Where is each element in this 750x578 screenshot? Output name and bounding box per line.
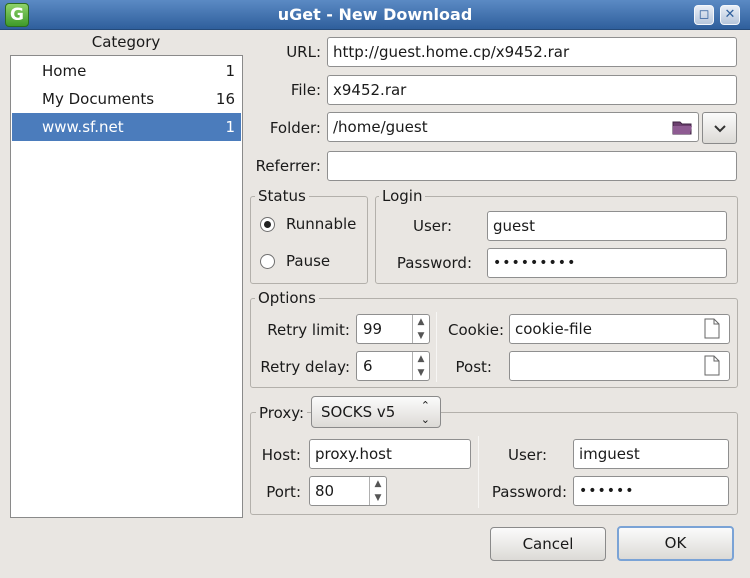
post-field[interactable] xyxy=(509,351,730,381)
retry-limit-value: 99 xyxy=(363,320,383,338)
retry-limit-input[interactable]: 99 ▲ ▼ xyxy=(356,314,430,344)
proxy-type-value: SOCKS v5 xyxy=(321,403,396,421)
category-item-count: 16 xyxy=(215,90,235,108)
ok-button[interactable]: OK xyxy=(617,526,734,561)
proxy-port-label: Port: xyxy=(266,483,301,501)
category-item-label: www.sf.net xyxy=(42,118,124,136)
chevron-down-icon xyxy=(713,125,726,133)
updown-icon: ⌃ ⌄ xyxy=(420,399,430,426)
close-icon: ✕ xyxy=(724,7,736,22)
options-separator xyxy=(436,312,437,382)
status-title: Status xyxy=(255,186,309,206)
url-label: URL: xyxy=(286,43,321,61)
maximize-icon: ◻ xyxy=(698,7,710,22)
category-title: Category xyxy=(91,33,161,51)
cookie-field[interactable]: cookie-file xyxy=(509,314,730,344)
folder-field[interactable]: /home/guest xyxy=(327,112,699,142)
window-title: uGet - New Download xyxy=(277,5,473,24)
retry-delay-value: 6 xyxy=(363,357,373,375)
category-item-my-documents[interactable]: My Documents 16 xyxy=(12,85,241,113)
category-item-count: 1 xyxy=(225,62,235,80)
login-password-field[interactable]: ••••••••• xyxy=(487,248,727,278)
retry-delay-spinner[interactable]: ▲ ▼ xyxy=(412,352,429,380)
runnable-label[interactable]: Runnable xyxy=(286,212,356,236)
retry-limit-label: Retry limit: xyxy=(267,321,350,339)
spin-up-icon[interactable]: ▲ xyxy=(413,352,429,366)
category-item-label: Home xyxy=(42,62,87,80)
file-field[interactable]: x9452.rar xyxy=(327,75,737,105)
login-title: Login xyxy=(379,186,426,206)
options-title: Options xyxy=(255,288,319,308)
category-item-home[interactable]: Home 1 xyxy=(12,57,241,85)
post-file-icon[interactable] xyxy=(704,355,720,376)
post-label: Post: xyxy=(455,358,492,376)
proxy-user-label: User: xyxy=(508,446,547,464)
maximize-button[interactable]: ◻ xyxy=(694,5,714,25)
retry-delay-label: Retry delay: xyxy=(260,358,350,376)
spin-up-icon[interactable]: ▲ xyxy=(370,477,386,491)
proxy-port-spinner[interactable]: ▲ ▼ xyxy=(369,477,386,505)
category-item-label: My Documents xyxy=(42,90,155,108)
cancel-button[interactable]: Cancel xyxy=(490,527,606,561)
pause-radio[interactable] xyxy=(260,254,275,269)
proxy-type-select[interactable]: SOCKS v5 ⌃ ⌄ xyxy=(311,396,441,428)
referrer-label: Referrer: xyxy=(255,157,321,175)
runnable-radio[interactable] xyxy=(260,217,275,232)
proxy-host-field[interactable]: proxy.host xyxy=(309,439,471,469)
proxy-user-field[interactable]: imguest xyxy=(573,439,729,469)
retry-limit-spinner[interactable]: ▲ ▼ xyxy=(412,315,429,343)
category-item-count: 1 xyxy=(225,118,235,136)
close-button[interactable]: ✕ xyxy=(720,5,740,25)
pause-label[interactable]: Pause xyxy=(286,249,330,273)
cookie-file-icon[interactable] xyxy=(704,318,720,339)
spin-up-icon[interactable]: ▲ xyxy=(413,315,429,329)
spin-down-icon[interactable]: ▼ xyxy=(413,329,429,343)
file-label: File: xyxy=(290,81,321,99)
proxy-password-label: Password: xyxy=(491,483,567,501)
login-password-label: Password: xyxy=(396,254,472,272)
category-list[interactable]: Home 1 My Documents 16 www.sf.net 1 xyxy=(10,55,243,518)
category-item-www-sf-net[interactable]: www.sf.net 1 xyxy=(12,113,241,141)
proxy-host-label: Host: xyxy=(261,446,301,464)
login-user-label: User: xyxy=(413,217,452,235)
folder-icon[interactable] xyxy=(672,118,694,136)
spin-down-icon[interactable]: ▼ xyxy=(413,366,429,380)
spin-down-icon[interactable]: ▼ xyxy=(370,491,386,505)
folder-dropdown-button[interactable] xyxy=(702,112,737,144)
login-user-field[interactable]: guest xyxy=(487,211,727,241)
retry-delay-input[interactable]: 6 ▲ ▼ xyxy=(356,351,430,381)
proxy-port-value: 80 xyxy=(315,482,335,500)
cookie-label: Cookie: xyxy=(448,321,504,339)
url-field[interactable]: http://guest.home.cp/x9452.rar xyxy=(327,37,737,67)
referrer-field[interactable] xyxy=(327,151,737,181)
folder-label: Folder: xyxy=(269,119,321,137)
proxy-password-field[interactable]: •••••• xyxy=(573,476,729,506)
proxy-port-input[interactable]: 80 ▲ ▼ xyxy=(309,476,387,506)
proxy-label: Proxy: xyxy=(256,401,308,425)
proxy-separator xyxy=(478,436,479,508)
